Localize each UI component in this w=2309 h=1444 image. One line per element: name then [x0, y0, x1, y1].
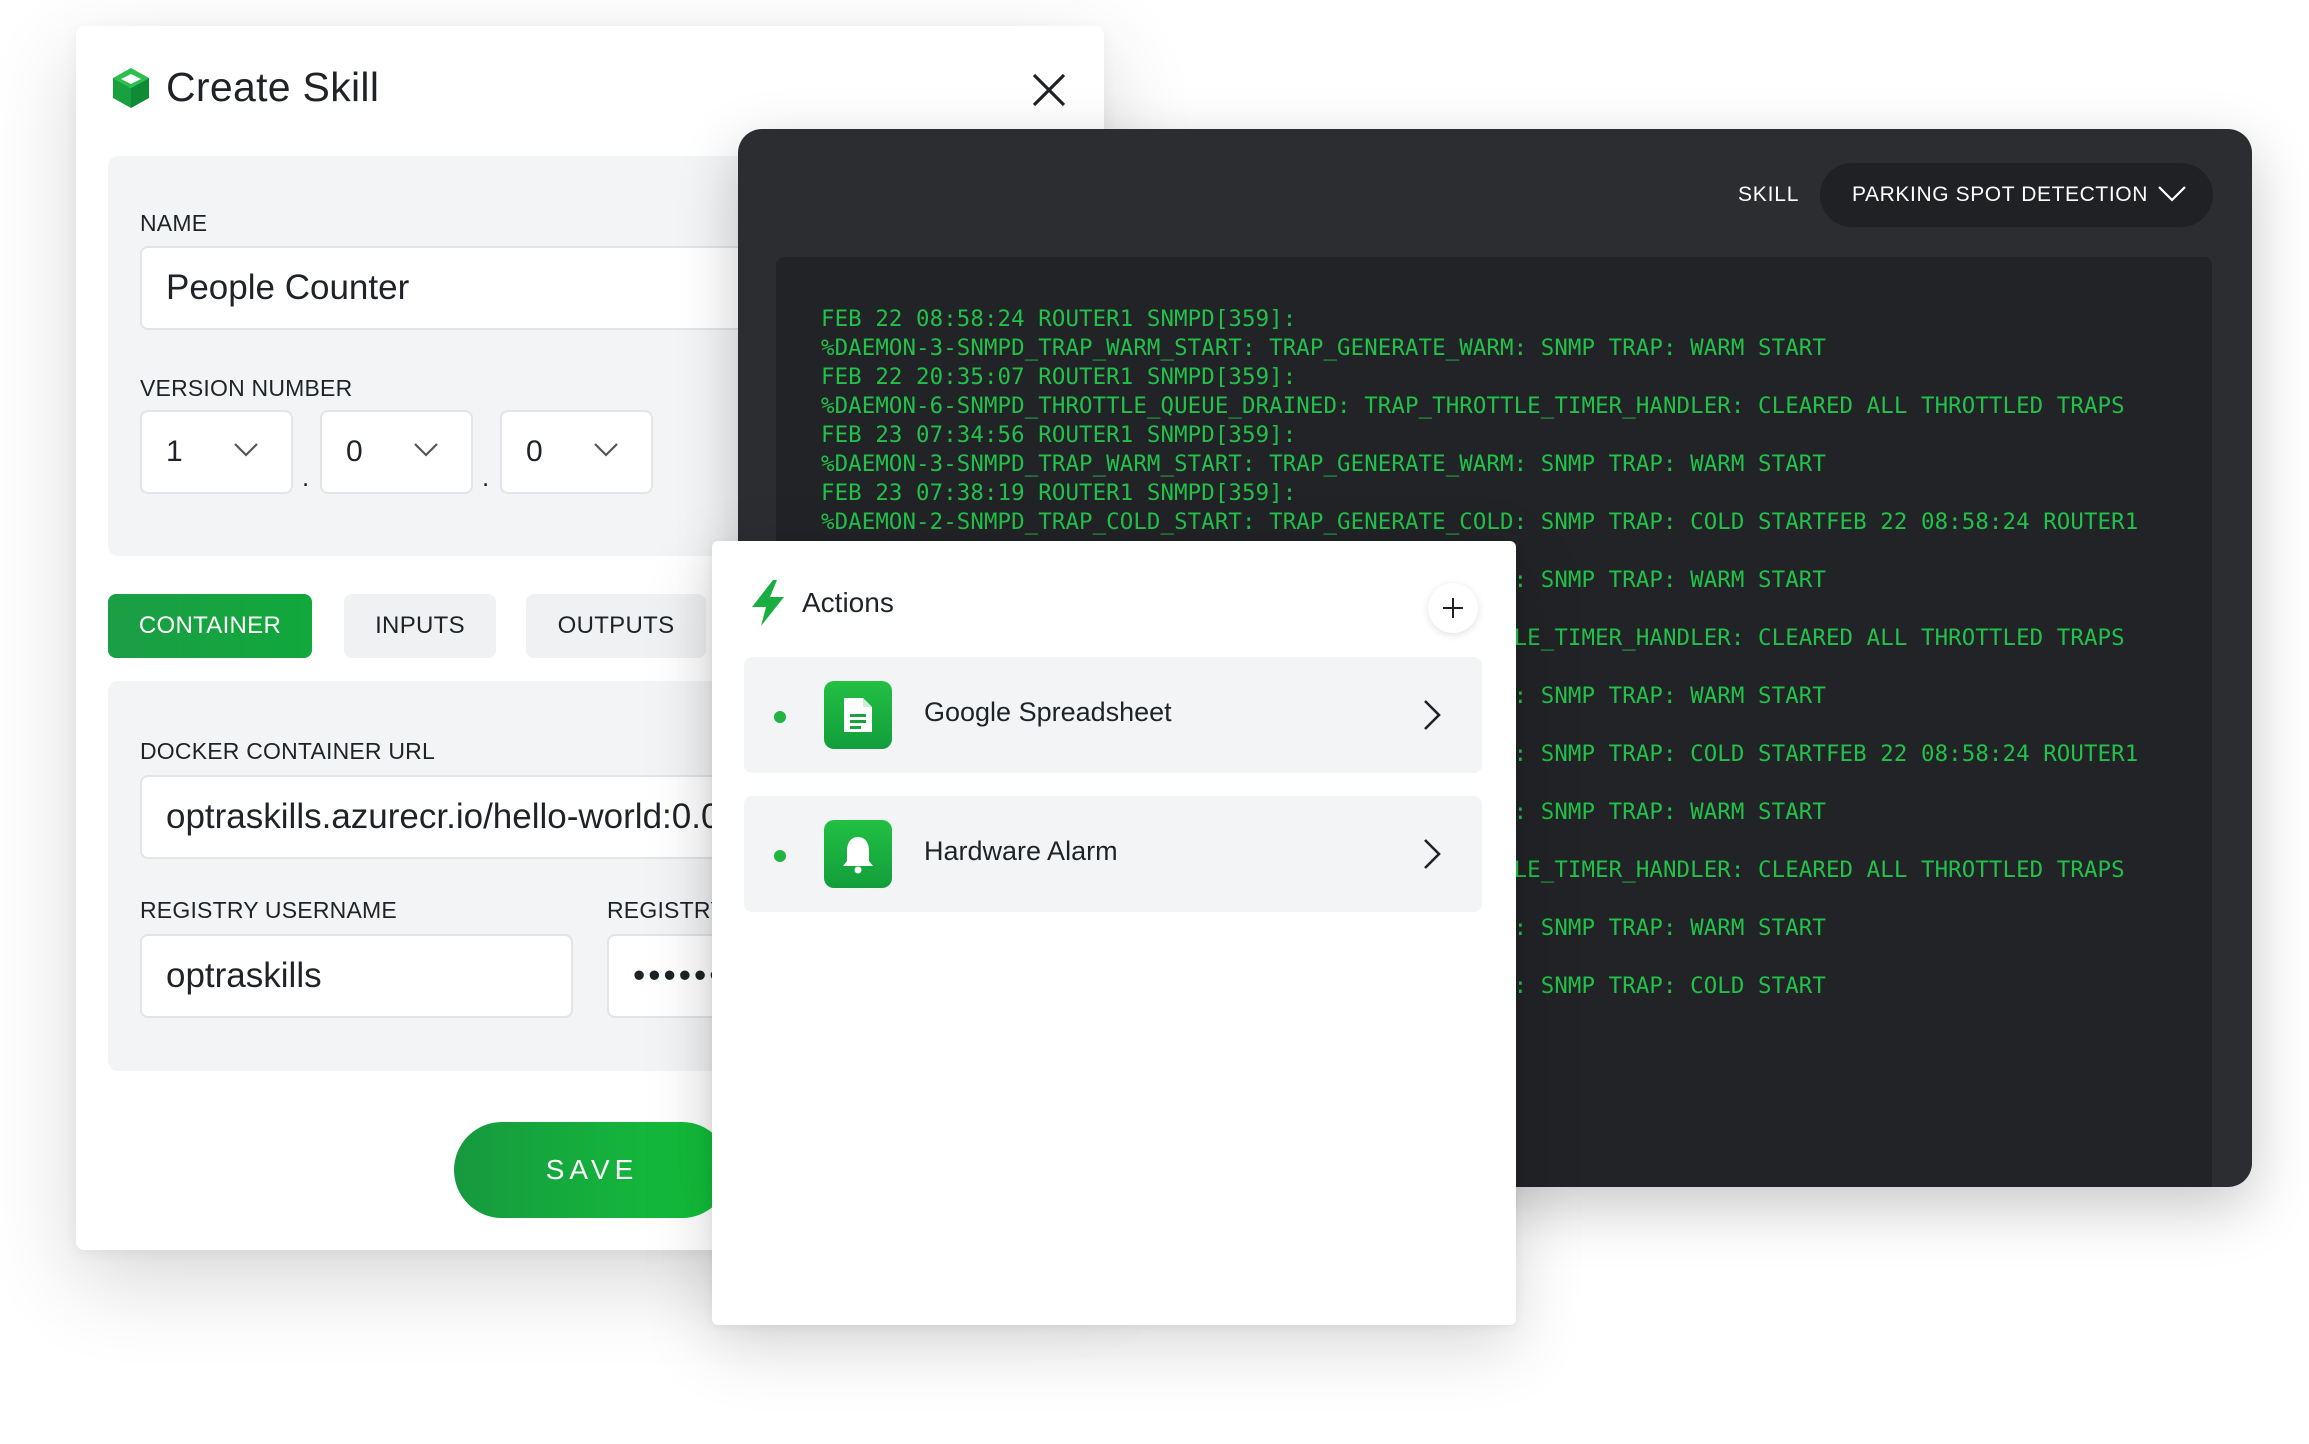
- version-patch-value: 0: [526, 435, 543, 468]
- version-minor-value: 0: [346, 435, 363, 468]
- log-line: %DAEMON-2-SNMPD_TRAP_COLD_START: TRAP_GE…: [821, 509, 2139, 535]
- bell-icon: [824, 820, 892, 888]
- panel-title-text: Create Skill: [166, 64, 380, 110]
- actions-panel: Actions Google Spreadsheet Hardware Alar…: [712, 541, 1516, 1325]
- action-item-label: Hardware Alarm: [924, 836, 1118, 866]
- close-icon[interactable]: [1029, 70, 1069, 110]
- version-separator: .: [482, 462, 490, 492]
- chevron-down-icon: [594, 443, 618, 457]
- version-separator: .: [302, 462, 310, 492]
- chevron-down-icon: [2158, 186, 2186, 202]
- log-line: FEB 23 07:38:19 ROUTER1 SNMPD[359]:: [821, 480, 1297, 506]
- version-major-select[interactable]: 1: [140, 410, 293, 494]
- registry-password-label: REGISTRY: [607, 897, 726, 923]
- log-line: FEB 23 07:34:56 ROUTER1 SNMPD[359]:: [821, 422, 1297, 448]
- actions-header: Actions: [748, 579, 894, 627]
- tab-container[interactable]: CONTAINER: [108, 594, 312, 658]
- panel-title: Create Skill: [110, 64, 379, 111]
- spreadsheet-icon: [824, 681, 892, 749]
- plus-icon: [1443, 598, 1463, 618]
- docker-url-label: DOCKER CONTAINER URL: [140, 738, 435, 764]
- log-line: %DAEMON-6-SNMPD_THROTTLE_QUEUE_DRAINED: …: [821, 393, 2125, 419]
- lightning-icon: [752, 580, 784, 626]
- chevron-down-icon: [234, 443, 258, 457]
- version-patch-select[interactable]: 0: [500, 410, 653, 494]
- log-line: FEB 22 08:58:24 ROUTER1 SNMPD[359]:: [821, 306, 1297, 332]
- status-dot: [774, 711, 786, 723]
- action-item-google-spreadsheet[interactable]: Google Spreadsheet: [744, 657, 1482, 773]
- action-item-hardware-alarm[interactable]: Hardware Alarm: [744, 796, 1482, 912]
- skill-select[interactable]: PARKING SPOT DETECTION: [1820, 163, 2213, 227]
- registry-username-field[interactable]: optraskills: [140, 934, 573, 1018]
- log-line: %DAEMON-3-SNMPD_TRAP_WARM_START: TRAP_GE…: [821, 335, 1826, 361]
- action-item-label: Google Spreadsheet: [924, 697, 1172, 727]
- log-line: FEB 22 20:35:07 ROUTER1 SNMPD[359]:: [821, 364, 1297, 390]
- log-line: %DAEMON-3-SNMPD_TRAP_WARM_START: TRAP_GE…: [821, 451, 1826, 477]
- skill-label: SKILL: [1738, 183, 1800, 206]
- details-section: [108, 156, 808, 556]
- chevron-down-icon: [414, 443, 438, 457]
- actions-title: Actions: [802, 587, 894, 618]
- version-number-label: VERSION NUMBER: [140, 375, 353, 401]
- version-major-value: 1: [166, 435, 183, 468]
- name-label: NAME: [140, 210, 208, 236]
- chevron-right-icon: [1424, 839, 1441, 869]
- add-action-button[interactable]: [1428, 583, 1478, 633]
- tab-inputs[interactable]: INPUTS: [344, 594, 496, 658]
- registry-username-label: REGISTRY USERNAME: [140, 897, 397, 923]
- tab-outputs[interactable]: OUTPUTS: [526, 594, 706, 658]
- version-minor-select[interactable]: 0: [320, 410, 473, 494]
- skill-select-value: PARKING SPOT DETECTION: [1852, 183, 2148, 206]
- status-dot: [774, 850, 786, 862]
- chevron-right-icon: [1424, 700, 1441, 730]
- cube-icon: [113, 67, 149, 108]
- save-button[interactable]: SAVE: [454, 1122, 730, 1218]
